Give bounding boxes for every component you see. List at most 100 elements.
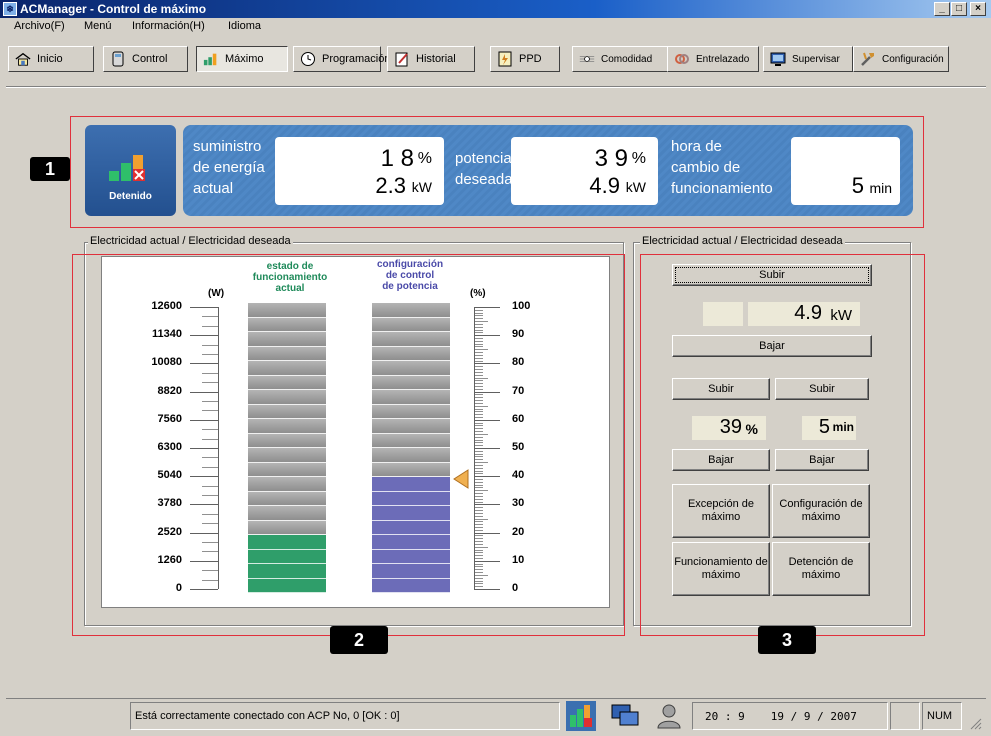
bar-segment-empty <box>248 520 326 535</box>
bar-segment-filled <box>372 549 450 564</box>
max-config-button[interactable]: Configuración de máximo <box>772 484 870 538</box>
percent-minor-tick <box>474 374 483 376</box>
percent-minor-tick <box>474 380 483 382</box>
minutes-value-field: 5 min <box>802 416 856 440</box>
watt-tick-label: 3780 <box>157 497 182 510</box>
watt-minor-tick <box>202 485 218 487</box>
tab-label: Comodidad <box>601 53 653 65</box>
menu-bar: Archivo(F) Menú Información(H) Idioma <box>0 18 991 35</box>
bar2-title-line3: de potencia <box>382 281 438 292</box>
tab-entrelazado[interactable]: Entrelazado <box>667 46 759 72</box>
minutes-up-button[interactable]: Subir <box>775 378 869 400</box>
percent-minor-tick <box>474 524 483 526</box>
edit-icon <box>394 51 410 67</box>
tab-comodidad[interactable]: Comodidad <box>572 46 668 72</box>
percent-minor-tick <box>474 495 483 497</box>
menu-idioma[interactable]: Idioma <box>228 20 261 33</box>
network-icon[interactable] <box>608 701 644 731</box>
desired-label-line2: deseada <box>455 171 513 188</box>
maximize-button[interactable]: □ <box>951 2 967 16</box>
tab-inicio[interactable]: Inicio <box>8 46 94 72</box>
percent-minor-tick <box>474 552 483 554</box>
watt-minor-tick <box>202 513 218 515</box>
percent-minor-tick <box>474 526 483 528</box>
watt-tick-label: 2520 <box>157 525 182 538</box>
percent-up-button[interactable]: Subir <box>672 378 770 400</box>
bar-segment-empty <box>372 433 450 448</box>
percent-tick-label: 10 <box>512 553 525 566</box>
percent-minor-tick <box>474 309 483 311</box>
max-stop-button[interactable]: Detención de máximo <box>772 542 870 596</box>
bar-segment-empty <box>248 375 326 390</box>
status-blank <box>890 702 920 730</box>
status-tile[interactable]: Detenido <box>85 125 176 216</box>
close-button[interactable]: × <box>970 2 986 16</box>
percent-minor-tick <box>474 394 483 396</box>
percent-minor-tick <box>474 493 483 495</box>
percent-tick-line <box>474 391 500 393</box>
percent-minor-tick <box>474 549 483 551</box>
percent-minor-tick <box>474 501 483 503</box>
tab-maximo[interactable]: Máximo <box>196 46 288 72</box>
percent-minor-tick <box>474 490 488 492</box>
percent-down-button[interactable]: Bajar <box>672 449 770 471</box>
percent-minor-tick <box>474 538 483 540</box>
num-lock-indicator: NUM <box>922 702 962 730</box>
bar-segment-filled <box>248 578 326 593</box>
kw-down-button[interactable]: Bajar <box>672 335 872 357</box>
tab-control[interactable]: Control <box>103 46 188 72</box>
bar1-title-line2: funcionamiento <box>252 272 328 283</box>
desired-value-box: 3 9 % 4.9 kW <box>511 137 658 205</box>
region-badge-2: 2 <box>330 626 388 654</box>
watt-minor-tick <box>202 523 218 525</box>
bar-segment-filled <box>248 564 326 579</box>
percent-tick-line <box>474 307 500 308</box>
percent-minor-tick <box>474 397 483 399</box>
menu-menu[interactable]: Menú <box>84 20 112 33</box>
title-bar: ❄ ACManager - Control de máximo _ □ × <box>0 0 991 18</box>
supply-value-box: 1 8 % 2.3 kW <box>275 137 444 205</box>
watt-minor-tick <box>202 466 218 468</box>
percent-minor-tick <box>474 388 483 390</box>
percent-minor-tick <box>474 535 483 537</box>
watt-tick-label: 6300 <box>157 441 182 453</box>
desired-kw: 4.9 <box>589 173 620 198</box>
percent-minor-tick <box>474 518 488 520</box>
percent-minor-tick <box>474 340 483 342</box>
percent-minor-tick <box>474 346 483 348</box>
percent-tick-label: 30 <box>512 497 525 510</box>
percent-minor-tick <box>474 580 483 582</box>
supply-kw: 2.3 <box>375 173 406 198</box>
max-exception-button[interactable]: Excepción de máximo <box>672 484 770 538</box>
bar-segment-empty <box>248 390 326 405</box>
tab-label: Inicio <box>37 53 63 65</box>
kw-up-button[interactable]: Subir <box>672 264 872 286</box>
resize-grip[interactable] <box>968 716 982 730</box>
minutes-down-button[interactable]: Bajar <box>775 449 869 471</box>
percent-tick-label: 40 <box>512 469 525 482</box>
percent-minor-tick <box>474 445 483 447</box>
bar-segment-empty <box>248 317 326 332</box>
minimize-button[interactable]: _ <box>934 2 950 16</box>
minutes-value: 5 <box>818 416 830 438</box>
percent-tick-line <box>474 448 500 449</box>
tab-ppd[interactable]: PPD <box>490 46 560 72</box>
maximo-status-icon[interactable] <box>566 701 596 731</box>
remote-icon <box>110 51 126 67</box>
tab-label: Configuración <box>882 53 944 65</box>
tab-historial[interactable]: Historial <box>387 46 475 72</box>
tab-configuracion[interactable]: Configuración <box>853 46 949 72</box>
ppd-icon <box>497 51 513 67</box>
user-icon[interactable] <box>652 701 686 731</box>
menu-informacion[interactable]: Información(H) <box>132 20 205 33</box>
menu-archivo[interactable]: Archivo(F) <box>14 20 65 33</box>
tab-supervisar[interactable]: Supervisar <box>763 46 853 72</box>
bar-segment-empty <box>372 419 450 434</box>
percent-minor-tick <box>474 487 483 489</box>
percent-tick-line <box>474 504 500 506</box>
max-run-button[interactable]: Funcionamiento de máximo <box>672 542 770 596</box>
percent-minor-tick <box>474 515 483 517</box>
desired-level-marker[interactable] <box>453 469 469 489</box>
gauge-panel: estado de funcionamiento actual configur… <box>101 256 610 608</box>
tab-programacion[interactable]: Programación <box>293 46 390 72</box>
